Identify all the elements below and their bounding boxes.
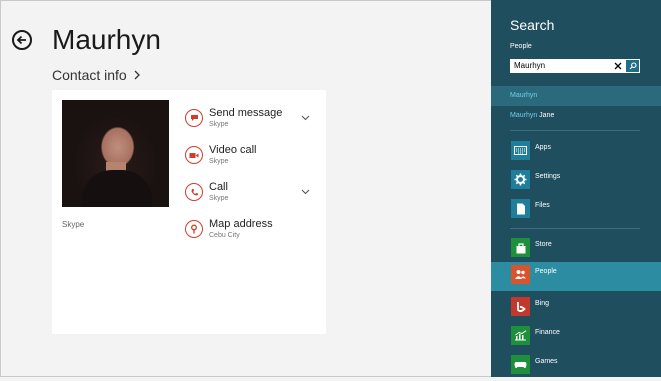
action-label: Map address <box>209 218 273 230</box>
search-icon <box>629 62 637 70</box>
page-title: Maurhyn <box>52 24 161 55</box>
suggestion-match: Maurhyn <box>510 112 538 119</box>
divider <box>510 228 640 229</box>
contact-card: Skype Send message Skype Video call Skyp… <box>52 90 326 334</box>
app-name: Apps <box>535 144 551 151</box>
search-suggestion[interactable]: Maurhyn Jane <box>491 106 661 126</box>
divider <box>510 130 640 131</box>
video-call-action[interactable]: Video call Skype <box>185 144 315 174</box>
suggestion-rest: Jane <box>537 112 555 119</box>
gear-icon <box>511 170 530 189</box>
contact-info-link[interactable]: Contact info <box>52 67 141 83</box>
app-name: Settings <box>535 173 561 180</box>
app-name: Files <box>535 202 550 209</box>
action-label: Video call <box>209 144 257 156</box>
chart-icon <box>511 326 530 345</box>
app-item-apps[interactable]: Apps <box>491 138 661 167</box>
search-title: Search <box>510 17 555 33</box>
chevron-right-icon <box>134 70 140 80</box>
map-pin-icon <box>185 220 203 238</box>
arrow-left-icon <box>16 35 26 45</box>
app-name: Bing <box>535 300 550 307</box>
store-bag-icon <box>511 238 530 257</box>
photo-detail <box>82 170 152 207</box>
search-query-text: Maurhyn <box>514 61 546 70</box>
video-camera-icon <box>185 146 203 164</box>
gamepad-icon <box>511 355 530 374</box>
close-icon <box>614 62 622 70</box>
call-expand-button[interactable] <box>300 187 310 197</box>
action-source: Skype <box>209 158 229 165</box>
action-label: Send message <box>209 107 283 119</box>
bing-icon <box>511 297 530 316</box>
send-message-action[interactable]: Send message Skype <box>185 107 315 137</box>
app-item-bing[interactable]: Bing <box>491 294 661 323</box>
app-name: Games <box>535 358 558 365</box>
map-address-action[interactable]: Map address Cebu City <box>185 218 315 248</box>
app-item-people[interactable]: People <box>491 262 661 291</box>
app-name: People <box>535 268 557 275</box>
photo-source-label: Skype <box>62 220 85 229</box>
send-message-expand-button[interactable] <box>300 113 310 123</box>
search-submit-button[interactable] <box>626 60 639 72</box>
action-source: Skype <box>209 195 229 202</box>
chevron-down-icon <box>301 189 309 195</box>
action-source: Cebu City <box>209 232 240 239</box>
people-icon <box>511 265 530 284</box>
app-item-files[interactable]: Files <box>491 196 661 225</box>
message-icon <box>185 109 203 127</box>
search-scope-label: People <box>510 43 532 50</box>
file-icon <box>511 199 530 218</box>
app-item-settings[interactable]: Settings <box>491 167 661 196</box>
contact-info-label: Contact info <box>52 67 127 83</box>
back-button[interactable] <box>12 30 32 50</box>
app-name: Finance <box>535 329 560 336</box>
search-suggestion[interactable]: Maurhyn <box>491 86 661 106</box>
app-name: Store <box>535 241 552 248</box>
suggestion-match: Maurhyn <box>510 92 538 99</box>
action-label: Call <box>209 181 228 193</box>
clear-search-button[interactable] <box>612 59 624 73</box>
action-source: Skype <box>209 121 229 128</box>
call-action[interactable]: Call Skype <box>185 181 315 211</box>
app-item-finance[interactable]: Finance <box>491 323 661 352</box>
search-charm-pane: Search People Maurhyn Maurhyn Maurhyn Ja… <box>491 0 661 377</box>
chevron-down-icon <box>301 115 309 121</box>
phone-icon <box>185 183 203 201</box>
contact-photo[interactable] <box>62 100 169 207</box>
app-item-store[interactable]: Store <box>491 235 661 264</box>
keyboard-icon <box>511 141 530 160</box>
search-input[interactable]: Maurhyn <box>510 59 640 73</box>
